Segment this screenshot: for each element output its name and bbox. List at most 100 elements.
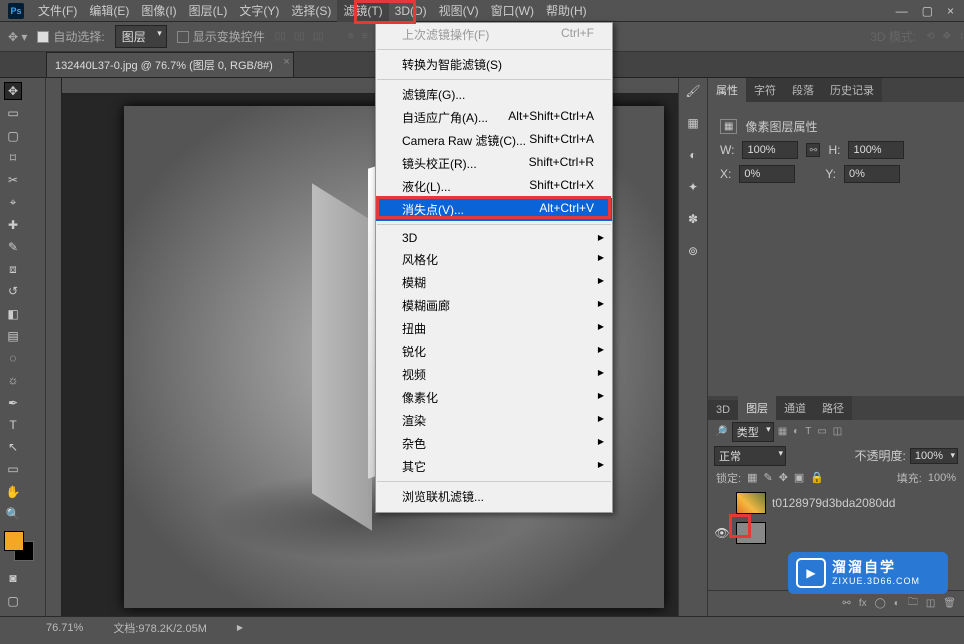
lock-all-icon[interactable]: ▦ bbox=[747, 471, 757, 484]
width-input[interactable] bbox=[742, 141, 798, 159]
tab-3d[interactable]: 3D bbox=[708, 400, 738, 420]
lock-artboard-icon[interactable]: ▣ bbox=[794, 471, 804, 484]
auto-select-checkbox[interactable] bbox=[37, 31, 49, 43]
menu-filter[interactable]: 滤镜(T) bbox=[337, 0, 388, 22]
dd-vanishing-point[interactable]: 消失点(V)...Alt+Ctrl+V bbox=[376, 198, 612, 221]
lasso-tool[interactable]: ⌑ bbox=[4, 149, 22, 167]
dd-other-submenu[interactable]: 其它 bbox=[376, 455, 612, 478]
move-tool[interactable]: ✥ bbox=[4, 82, 22, 100]
lock-pixels-icon[interactable]: ✎ bbox=[763, 471, 772, 484]
y-input[interactable] bbox=[844, 165, 900, 183]
window-close-icon[interactable]: × bbox=[947, 4, 954, 18]
actions-icon[interactable]: ✽ bbox=[684, 210, 702, 228]
styles-icon[interactable]: ✦ bbox=[684, 178, 702, 196]
tab-layers[interactable]: 图层 bbox=[738, 396, 776, 420]
menu-view[interactable]: 视图(V) bbox=[433, 0, 485, 22]
dd-pixelate-submenu[interactable]: 像素化 bbox=[376, 386, 612, 409]
filter-shape-icon[interactable]: ▭ bbox=[817, 426, 826, 437]
link-wh-icon[interactable]: ⚯ bbox=[806, 143, 820, 157]
lock-position-icon[interactable]: ✥ bbox=[779, 471, 788, 484]
link-layers-icon[interactable]: ⚯ bbox=[842, 598, 850, 609]
swatches-icon[interactable]: ▦ bbox=[684, 114, 702, 132]
menu-window[interactable]: 窗口(W) bbox=[485, 0, 540, 22]
new-layer-icon[interactable]: ◫ bbox=[926, 598, 935, 609]
dd-3d-submenu[interactable]: 3D bbox=[376, 228, 612, 248]
dd-lens-correct[interactable]: 镜头校正(R)...Shift+Ctrl+R bbox=[376, 152, 612, 175]
tab-paragraph[interactable]: 段落 bbox=[784, 78, 822, 102]
tab-history[interactable]: 历史记录 bbox=[822, 78, 882, 102]
dd-liquify[interactable]: 液化(L)...Shift+Ctrl+X bbox=[376, 175, 612, 198]
adjustment-layer-icon[interactable]: ◐ bbox=[894, 598, 900, 609]
menu-image[interactable]: 图像(I) bbox=[135, 0, 182, 22]
align-icon[interactable]: ▯▯ bbox=[313, 31, 324, 42]
dd-stylize-submenu[interactable]: 风格化 bbox=[376, 248, 612, 271]
filter-pixel-icon[interactable]: ▦ bbox=[778, 426, 787, 437]
brush-preset-icon[interactable]: 🖌 bbox=[684, 82, 702, 100]
pan-3d-icon[interactable]: ✥ bbox=[943, 31, 951, 42]
opacity-value[interactable]: 100% bbox=[910, 448, 958, 464]
dolly-3d-icon[interactable]: ↕ bbox=[959, 31, 964, 42]
auto-select-mode[interactable]: 图层 bbox=[115, 25, 167, 48]
menu-help[interactable]: 帮助(H) bbox=[540, 0, 593, 22]
menu-select[interactable]: 选择(S) bbox=[285, 0, 337, 22]
layer-item-0[interactable]: 👁 bbox=[708, 518, 964, 548]
move-tool-icon[interactable]: ✥ ▾ bbox=[8, 30, 27, 44]
brush-tool[interactable]: ✎ bbox=[4, 238, 22, 256]
history-brush-tool[interactable]: ↺ bbox=[4, 282, 22, 300]
marquee-tool[interactable]: ▢ bbox=[4, 127, 22, 145]
menu-3d[interactable]: 3D(D) bbox=[389, 1, 433, 21]
group-icon[interactable]: 🗀 bbox=[908, 595, 918, 612]
dd-filter-gallery[interactable]: 滤镜库(G)... bbox=[376, 83, 612, 106]
dd-distort-submenu[interactable]: 扭曲 bbox=[376, 317, 612, 340]
lock-icon[interactable]: 🔒 bbox=[810, 471, 824, 484]
quick-mask-icon[interactable]: ◙ bbox=[4, 569, 22, 587]
dd-render-submenu[interactable]: 渲染 bbox=[376, 409, 612, 432]
tab-properties[interactable]: 属性 bbox=[708, 78, 746, 102]
filter-adjust-icon[interactable]: ◐ bbox=[793, 426, 799, 437]
type-tool[interactable]: T bbox=[4, 416, 22, 434]
crop-tool[interactable]: ✂ bbox=[4, 171, 22, 189]
tab-paths[interactable]: 路径 bbox=[814, 396, 852, 420]
screen-mode-icon[interactable]: ▢ bbox=[4, 592, 22, 610]
menu-text[interactable]: 文字(Y) bbox=[233, 0, 285, 22]
delete-layer-icon[interactable]: 🗑 bbox=[943, 598, 956, 609]
blend-mode-select[interactable]: 正常 bbox=[714, 446, 786, 466]
tab-character[interactable]: 字符 bbox=[746, 78, 784, 102]
visibility-toggle[interactable]: 👁 bbox=[714, 526, 730, 540]
menu-file[interactable]: 文件(F) bbox=[32, 0, 83, 22]
layer-mask-icon[interactable]: ◯ bbox=[875, 598, 886, 609]
dd-noise-submenu[interactable]: 杂色 bbox=[376, 432, 612, 455]
fill-value[interactable]: 100% bbox=[928, 472, 956, 484]
zoom-status[interactable]: 76.71% bbox=[46, 622, 83, 634]
dd-camera-raw[interactable]: Camera Raw 滤镜(C)...Shift+Ctrl+A bbox=[376, 129, 612, 152]
menu-edit[interactable]: 编辑(E) bbox=[83, 0, 135, 22]
dd-sharpen-submenu[interactable]: 锐化 bbox=[376, 340, 612, 363]
align-icon[interactable]: ▯▯ bbox=[294, 31, 305, 42]
eyedropper-tool[interactable]: ⌖ bbox=[4, 193, 22, 211]
window-minimize-icon[interactable]: — bbox=[896, 4, 908, 18]
cc-libraries-icon[interactable]: ⊚ bbox=[684, 242, 702, 260]
tab-channels[interactable]: 通道 bbox=[776, 396, 814, 420]
dd-blur-gallery-submenu[interactable]: 模糊画廊 bbox=[376, 294, 612, 317]
gradient-tool[interactable]: ▤ bbox=[4, 327, 22, 345]
layer-name[interactable]: t0128979d3bda2080dd bbox=[772, 496, 895, 510]
stamp-tool[interactable]: ⧈ bbox=[4, 260, 22, 278]
pen-tool[interactable]: ✒ bbox=[4, 394, 22, 412]
filter-text-icon[interactable]: T bbox=[805, 426, 811, 437]
foreground-color[interactable] bbox=[4, 531, 24, 551]
dodge-tool[interactable]: ☼ bbox=[4, 371, 22, 389]
color-swatches[interactable] bbox=[4, 531, 41, 565]
layer-item-1[interactable]: t0128979d3bda2080dd bbox=[708, 488, 964, 518]
blur-tool[interactable]: ◌ bbox=[4, 349, 22, 367]
window-maximize-icon[interactable]: ▢ bbox=[922, 4, 933, 18]
eraser-tool[interactable]: ◧ bbox=[4, 305, 22, 323]
distribute-icon[interactable]: ≡ bbox=[362, 31, 368, 42]
healing-tool[interactable]: ✚ bbox=[4, 216, 22, 234]
hand-tool[interactable]: ✋ bbox=[4, 483, 22, 501]
document-tab[interactable]: 132440L37-0.jpg @ 76.7% (图层 0, RGB/8#) × bbox=[46, 52, 294, 77]
show-transform-checkbox[interactable] bbox=[177, 31, 189, 43]
path-tool[interactable]: ↖ bbox=[4, 438, 22, 456]
layer-thumbnail[interactable] bbox=[736, 522, 766, 544]
doc-status[interactable]: 文档:978.2K/2.05M bbox=[113, 620, 207, 636]
dd-adaptive-wide[interactable]: 自适应广角(A)...Alt+Shift+Ctrl+A bbox=[376, 106, 612, 129]
